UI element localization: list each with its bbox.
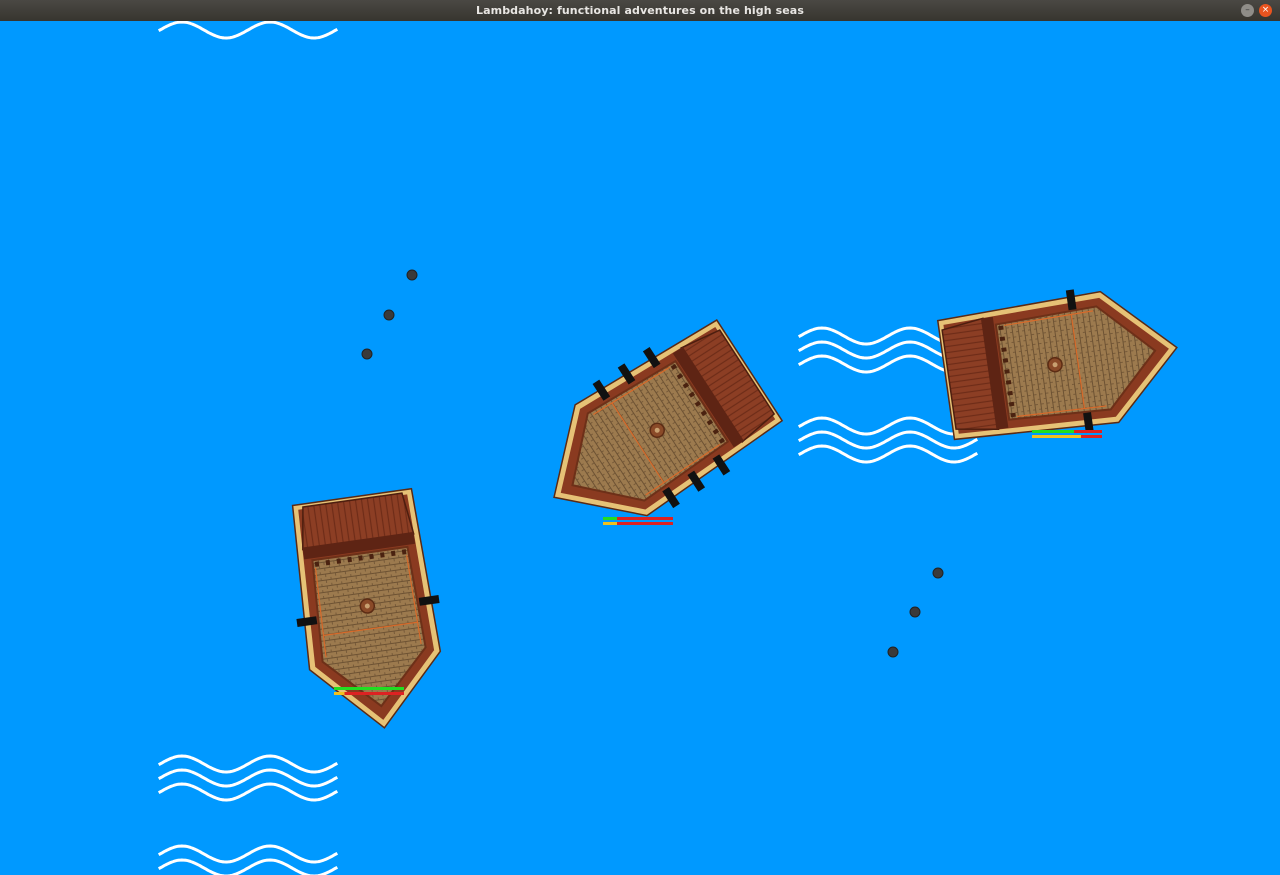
cannonball-icon	[909, 606, 921, 618]
ship-center[interactable]	[514, 308, 798, 571]
wave-icon	[157, 844, 339, 875]
window-title: Lambdahoy: functional adventures on the …	[476, 4, 804, 17]
cannonball-icon	[361, 348, 373, 360]
ship-bottom-left[interactable]	[281, 487, 456, 738]
wave-icon	[157, 754, 339, 802]
close-button[interactable]: ×	[1259, 4, 1272, 17]
ship-status-bars	[1032, 430, 1102, 438]
health-bar-fill	[1032, 430, 1074, 433]
window-titlebar[interactable]: Lambdahoy: functional adventures on the …	[0, 0, 1280, 21]
ammo-bar-fill	[603, 522, 617, 525]
minimize-button[interactable]: –	[1241, 4, 1254, 17]
cannonball-icon	[932, 567, 944, 579]
wave-icon	[157, 21, 339, 40]
ships-layer	[281, 276, 1188, 738]
ammo-bar-fill	[1032, 435, 1081, 438]
ship-right[interactable]	[936, 276, 1188, 458]
cannonball-icon	[383, 309, 395, 321]
cannonball-icon	[887, 646, 899, 658]
wave-icon	[797, 416, 979, 464]
cannonball-icon	[406, 269, 418, 281]
health-bar-fill	[603, 517, 617, 520]
window-controls: – ×	[1241, 4, 1272, 17]
game-canvas[interactable]	[0, 21, 1280, 875]
ammo-bar-fill	[334, 692, 345, 695]
ship-status-bars	[603, 517, 673, 525]
health-bar-fill	[334, 687, 404, 690]
